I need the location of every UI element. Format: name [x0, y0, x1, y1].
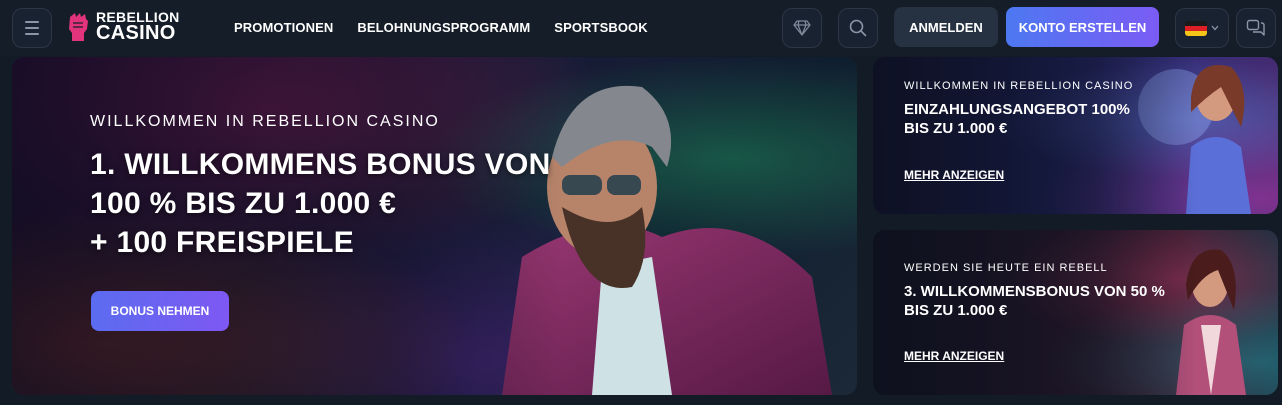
hero-title-line: 100 % BIS ZU 1.000 € — [90, 187, 397, 220]
card-eyebrow: WERDEN SIE HEUTE EIN REBELL — [904, 262, 1108, 274]
search-button[interactable] — [838, 8, 878, 48]
language-selector[interactable] — [1175, 8, 1229, 48]
hero-title-line: 1. WILLKOMMENS BONUS VON — [90, 148, 551, 181]
show-more-link[interactable]: MEHR ANZEIGEN — [904, 168, 1004, 182]
take-bonus-button[interactable]: BONUS NEHMEN — [91, 291, 229, 331]
promo-card-deposit-offer[interactable]: WILLKOMMEN IN REBELLION CASINO EINZAHLUN… — [873, 57, 1278, 214]
card-title-line: EINZAHLUNGSANGEBOT 100% — [904, 101, 1130, 118]
rewards-button[interactable] — [782, 8, 822, 48]
logo-text-bottom: CASINO — [96, 22, 176, 44]
hero-banner[interactable]: WILLKOMMEN IN REBELLION CASINO 1. WILLKO… — [12, 57, 857, 395]
hero-eyebrow: WILLKOMMEN IN REBELLION CASINO — [90, 113, 440, 130]
hamburger-icon — [25, 19, 39, 37]
search-icon — [849, 19, 867, 37]
chat-button[interactable] — [1236, 8, 1276, 48]
diamond-icon — [793, 20, 811, 36]
login-button[interactable]: ANMELDEN — [894, 7, 998, 47]
chevron-down-icon — [1211, 25, 1219, 31]
create-account-button[interactable]: KONTO ERSTELLEN — [1006, 7, 1159, 47]
card-title-line: BIS ZU 1.000 € — [904, 120, 1008, 137]
site-header: REBELLION CASINO PROMOTIONEN BELOHNUNGSP… — [0, 0, 1282, 56]
card-eyebrow: WILLKOMMEN IN REBELLION CASINO — [904, 80, 1134, 92]
show-more-link[interactable]: MEHR ANZEIGEN — [904, 349, 1004, 363]
main-nav: PROMOTIONEN BELOHNUNGSPROGRAMM SPORTSBOO… — [234, 20, 648, 35]
hero-title-line: + 100 FREISPIELE — [90, 226, 355, 259]
nav-promotions[interactable]: PROMOTIONEN — [234, 20, 333, 35]
fist-logo-icon — [69, 12, 88, 41]
menu-button[interactable] — [12, 8, 52, 48]
card-title-line: BIS ZU 1.000 € — [904, 302, 1008, 319]
chat-icon — [1246, 19, 1265, 36]
nav-sportsbook[interactable]: SPORTSBOOK — [554, 20, 647, 35]
card-title-line: 3. WILLKOMMENSBONUS VON 50 % — [904, 283, 1165, 300]
site-logo[interactable]: REBELLION CASINO — [66, 10, 180, 43]
hero-title: 1. WILLKOMMENS BONUS VON 100 % BIS ZU 1.… — [90, 145, 650, 262]
german-flag-icon — [1185, 20, 1207, 36]
card-title: 3. WILLKOMMENSBONUS VON 50 % BIS ZU 1.00… — [904, 282, 1165, 320]
card-title: EINZAHLUNGSANGEBOT 100% BIS ZU 1.000 € — [904, 100, 1130, 138]
promo-card-third-bonus[interactable]: WERDEN SIE HEUTE EIN REBELL 3. WILLKOMME… — [873, 230, 1278, 395]
nav-rewards-program[interactable]: BELOHNUNGSPROGRAMM — [357, 20, 530, 35]
